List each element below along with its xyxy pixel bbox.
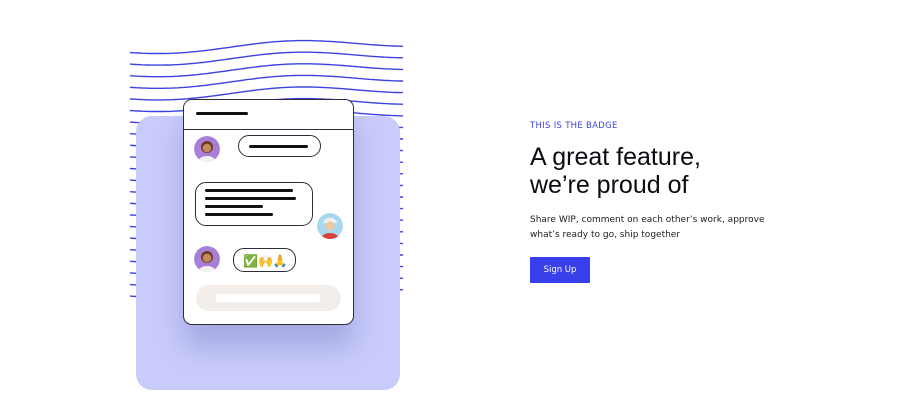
feature-badge: THIS IS THE BADGE xyxy=(530,121,618,131)
reaction-emojis: ✅🙌🙏 xyxy=(243,254,288,268)
avatar xyxy=(317,213,343,239)
chat-window-mockup: ✅🙌🙏 xyxy=(183,99,354,325)
compose-placeholder xyxy=(216,294,320,302)
message-text-placeholder xyxy=(205,189,293,192)
chat-title-placeholder xyxy=(196,112,248,115)
avatar-person-icon xyxy=(317,213,343,239)
chat-bubble-incoming xyxy=(238,135,321,157)
avatar-person-icon xyxy=(194,136,220,162)
wave-line xyxy=(129,39,403,55)
avatar-person-icon xyxy=(194,246,220,272)
chat-bubble-outgoing xyxy=(195,182,313,226)
message-text-placeholder xyxy=(205,213,273,216)
wave-line xyxy=(129,86,403,101)
message-text-placeholder xyxy=(205,197,296,200)
wave-line xyxy=(129,63,403,78)
sign-up-button[interactable]: Sign Up xyxy=(530,257,590,283)
headline-line-1: A great feature, xyxy=(530,143,701,171)
message-text-placeholder xyxy=(205,205,263,208)
headline-line-2: we’re proud of xyxy=(530,171,689,199)
feature-illustration: ✅🙌🙏 xyxy=(0,0,460,414)
feature-headline: A great feature, we’re proud of xyxy=(530,143,830,199)
chat-window-header xyxy=(184,100,353,130)
message-text-placeholder xyxy=(249,145,308,148)
feature-content: THIS IS THE BADGE A great feature, we’re… xyxy=(530,120,860,283)
message-compose-field xyxy=(196,285,341,311)
chat-bubble-emoji: ✅🙌🙏 xyxy=(233,248,296,272)
wave-line xyxy=(129,51,403,66)
wave-line xyxy=(129,74,403,89)
avatar xyxy=(194,246,220,272)
feature-description: Share WIP, comment on each other’s work,… xyxy=(530,215,765,240)
avatar xyxy=(194,136,220,162)
